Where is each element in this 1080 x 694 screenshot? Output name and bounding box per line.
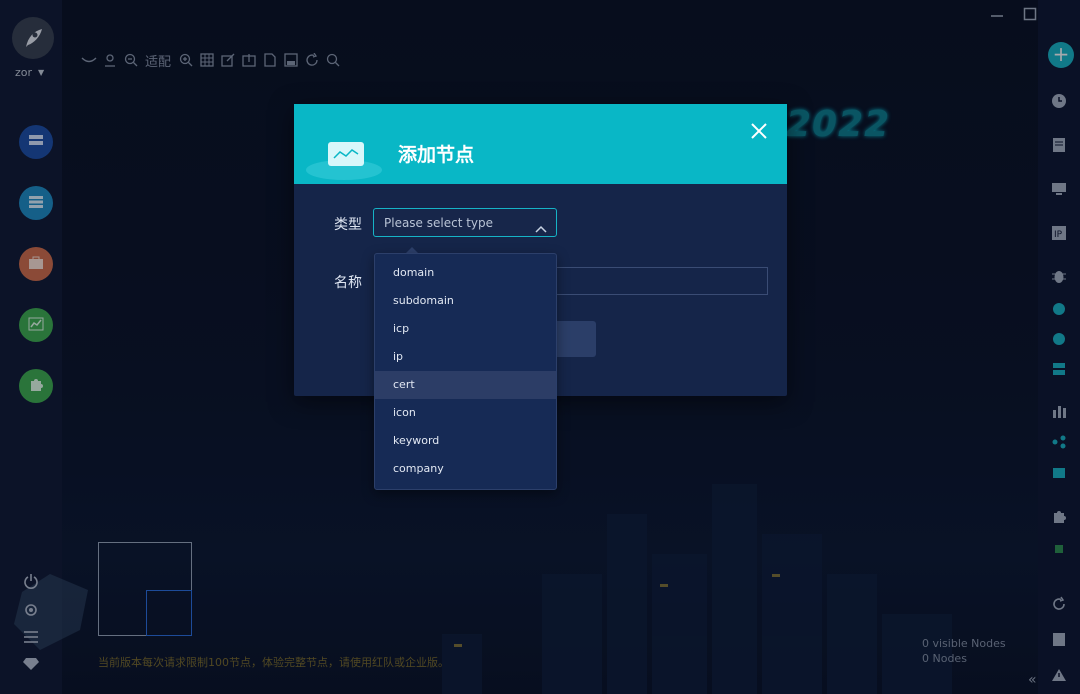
dropdown-option-icp[interactable]: icp: [375, 315, 556, 343]
dialog-header: 添加节点: [294, 104, 787, 184]
app-window: 2022 zor ▼ 适配 IP + 当前版本每次请求限制100节点，体验完整节…: [0, 0, 1080, 694]
type-select-placeholder: Please select type: [384, 216, 494, 230]
dropdown-option-company[interactable]: company: [375, 455, 556, 483]
dropdown-option-keyword[interactable]: keyword: [375, 427, 556, 455]
dialog-title: 添加节点: [398, 144, 475, 166]
dropdown-option-subdomain[interactable]: subdomain: [375, 287, 556, 315]
type-select[interactable]: Please select type: [373, 208, 557, 237]
monitor-illustration-icon: [304, 130, 384, 186]
close-icon[interactable]: [750, 122, 770, 142]
name-label: 名称: [334, 275, 362, 291]
chevron-up-icon: [535, 218, 547, 237]
dropdown-option-domain[interactable]: domain: [375, 259, 556, 287]
type-label: 类型: [334, 217, 362, 233]
dropdown-option-cert[interactable]: cert: [375, 371, 556, 399]
name-input[interactable]: [556, 267, 768, 295]
type-dropdown: domain subdomain icp ip cert icon keywor…: [374, 253, 557, 490]
dropdown-option-icon[interactable]: icon: [375, 399, 556, 427]
dropdown-option-ip[interactable]: ip: [375, 343, 556, 371]
confirm-button[interactable]: [556, 321, 596, 357]
